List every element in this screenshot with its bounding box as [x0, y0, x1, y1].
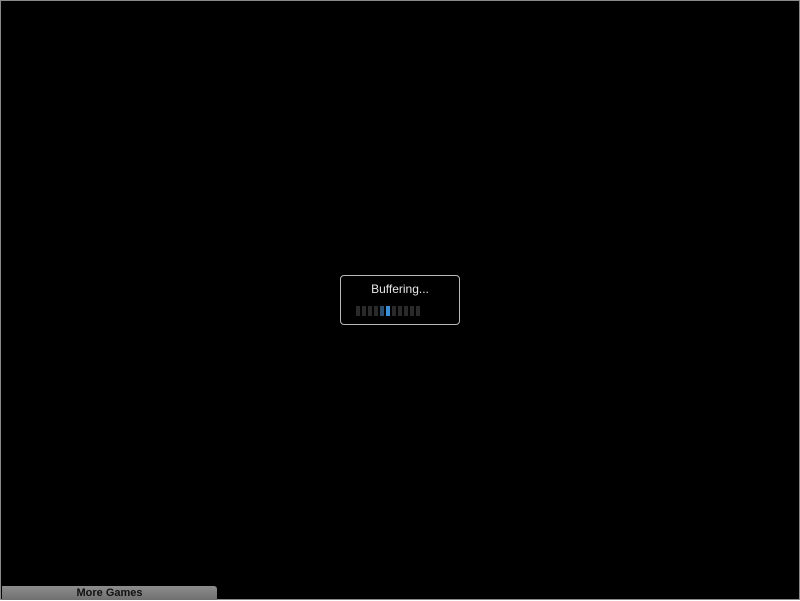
- buffering-segment: [356, 306, 360, 316]
- buffering-segment: [404, 306, 408, 316]
- buffering-segment: [362, 306, 366, 316]
- buffering-progress-indicator: [356, 306, 420, 316]
- buffering-segment: [380, 306, 384, 316]
- game-stage: Buffering... More Games: [0, 0, 800, 600]
- buffering-segment: [398, 306, 402, 316]
- buffering-label: Buffering...: [371, 282, 429, 296]
- buffering-segment: [374, 306, 378, 316]
- more-games-button[interactable]: More Games: [2, 586, 217, 600]
- buffering-dialog: Buffering...: [340, 275, 460, 325]
- buffering-segment: [392, 306, 396, 316]
- buffering-segment: [386, 306, 390, 316]
- buffering-segment: [416, 306, 420, 316]
- buffering-segment: [410, 306, 414, 316]
- buffering-segment: [368, 306, 372, 316]
